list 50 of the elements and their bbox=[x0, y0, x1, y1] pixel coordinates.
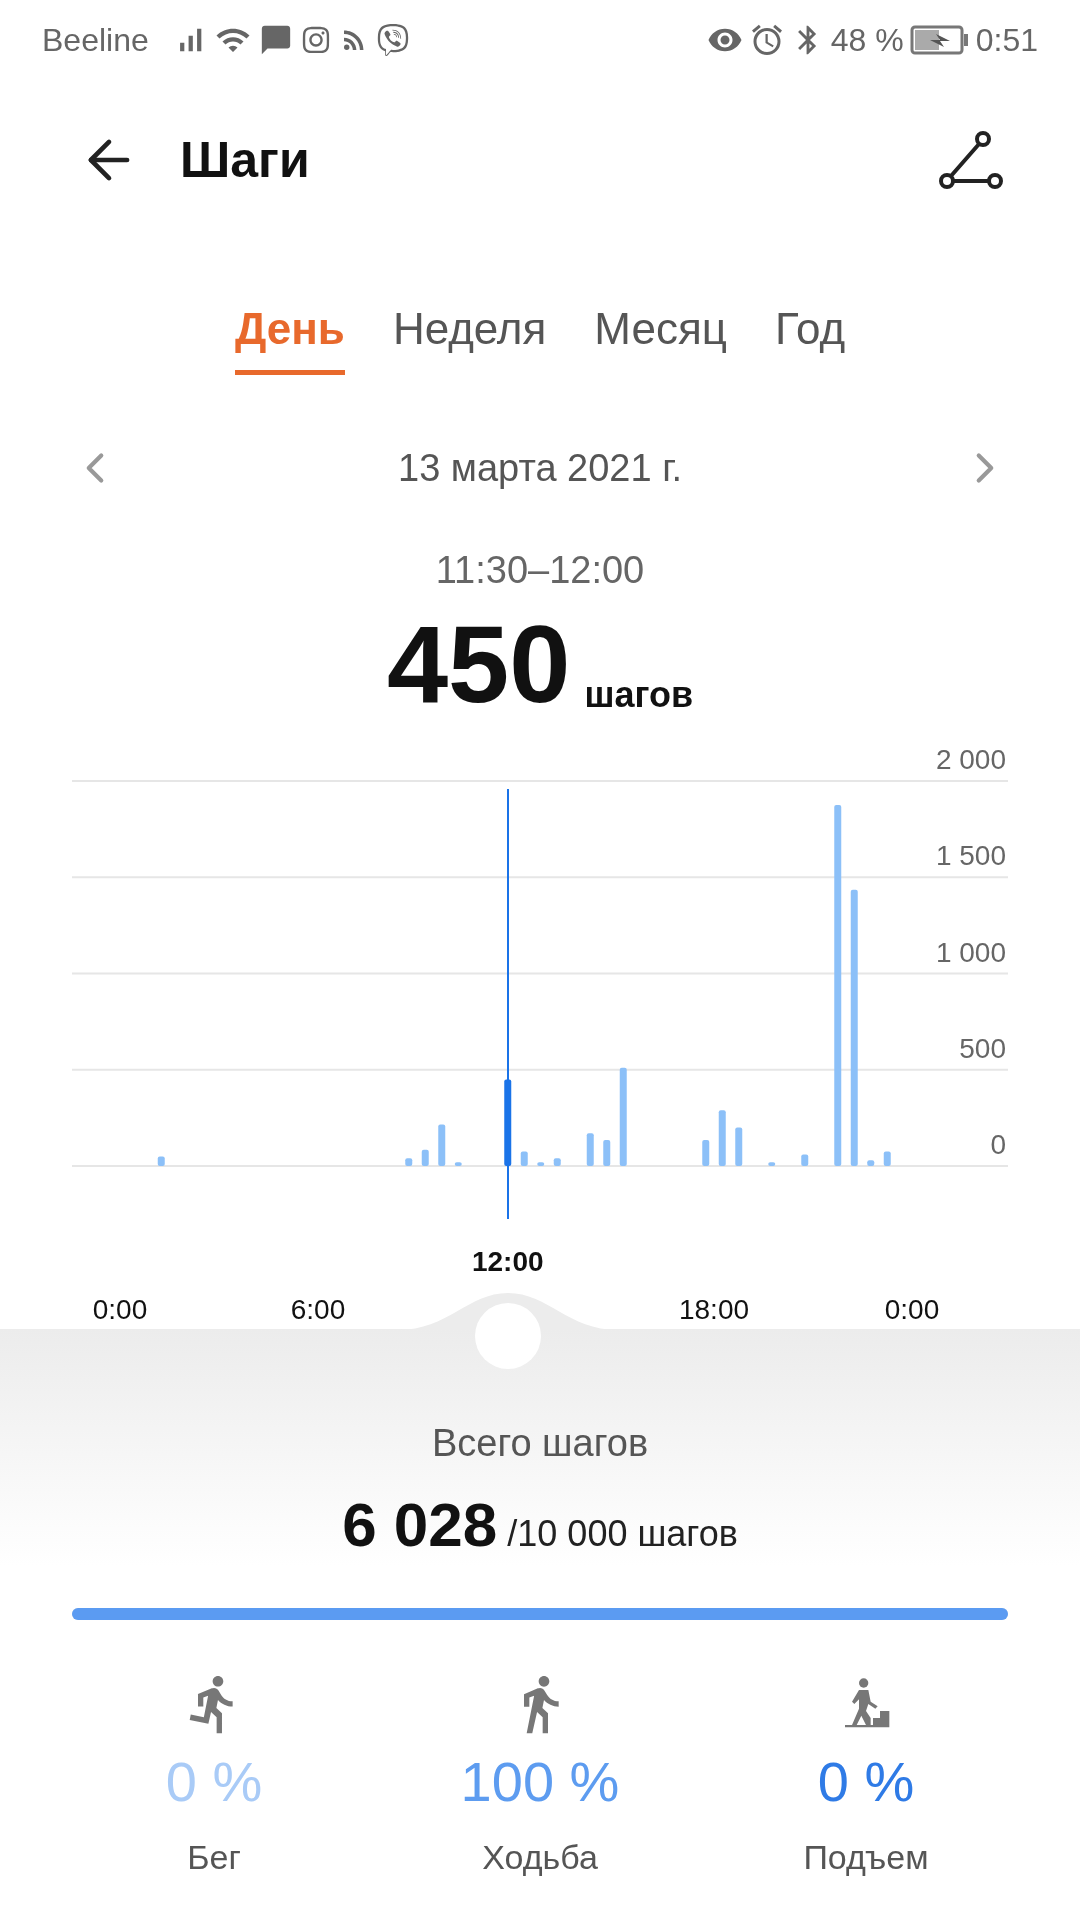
step-bar bbox=[553, 1158, 561, 1166]
y-axis-label: 1 000 bbox=[935, 936, 1006, 968]
y-axis-label: 1 500 bbox=[935, 840, 1006, 872]
step-bar bbox=[702, 1140, 710, 1166]
y-axis-label: 2 000 bbox=[935, 744, 1006, 775]
clock-time: 0:51 bbox=[975, 21, 1038, 60]
step-bar bbox=[438, 1124, 446, 1166]
carrier-name: Beeline bbox=[42, 21, 149, 60]
step-bar bbox=[520, 1151, 528, 1166]
summary-title: Всего шагов bbox=[431, 1421, 649, 1466]
step-bar bbox=[883, 1151, 891, 1166]
cursor-time-label: 12:00 bbox=[470, 1245, 545, 1279]
date-label: 13 марта 2021 г. bbox=[398, 445, 682, 491]
battery-percent: 48 % bbox=[830, 21, 904, 60]
step-bar bbox=[718, 1110, 726, 1166]
activity-label: Подъем bbox=[803, 1837, 929, 1878]
x-axis-label: 18:00 bbox=[678, 1294, 750, 1325]
step-bar bbox=[867, 1160, 875, 1166]
step-unit: шагов bbox=[584, 677, 694, 713]
step-bar bbox=[586, 1133, 594, 1166]
step-bar bbox=[405, 1158, 413, 1166]
viber-icon bbox=[376, 24, 409, 56]
y-axis-label: 0 bbox=[990, 1129, 1006, 1160]
page-title: Шаги bbox=[180, 130, 310, 190]
step-bar bbox=[768, 1162, 776, 1166]
step-bar bbox=[157, 1156, 165, 1166]
time-range: 11:30–12:00 bbox=[435, 547, 645, 593]
x-axis-label: 6:00 bbox=[290, 1294, 346, 1325]
battery-charging-icon bbox=[909, 25, 970, 55]
step-bar bbox=[537, 1162, 545, 1166]
activity-percent: 100 % bbox=[460, 1754, 620, 1810]
activity-label: Ходьба bbox=[482, 1837, 598, 1878]
period-tab[interactable]: Месяц bbox=[594, 296, 727, 375]
step-bar bbox=[454, 1162, 462, 1166]
goal-steps: /10 000 шагов bbox=[507, 1516, 738, 1552]
period-tab[interactable]: Неделя bbox=[392, 296, 547, 375]
step-bar bbox=[421, 1149, 429, 1166]
total-steps: 6 028 bbox=[342, 1494, 498, 1556]
activity-percent: 0 % bbox=[817, 1754, 915, 1810]
x-axis-label: 0:00 bbox=[92, 1294, 148, 1325]
instagram-icon bbox=[300, 25, 331, 55]
step-bar bbox=[603, 1140, 611, 1166]
y-axis-label: 500 bbox=[959, 1032, 1006, 1064]
activity-percent: 0 % bbox=[165, 1754, 263, 1810]
activity-label: Бег bbox=[187, 1837, 241, 1878]
step-bar bbox=[735, 1127, 743, 1166]
x-axis-label: 0:00 bbox=[884, 1294, 940, 1325]
period-tab[interactable]: Год bbox=[775, 296, 846, 375]
step-count: 450 bbox=[386, 609, 571, 719]
step-bar bbox=[801, 1154, 809, 1166]
